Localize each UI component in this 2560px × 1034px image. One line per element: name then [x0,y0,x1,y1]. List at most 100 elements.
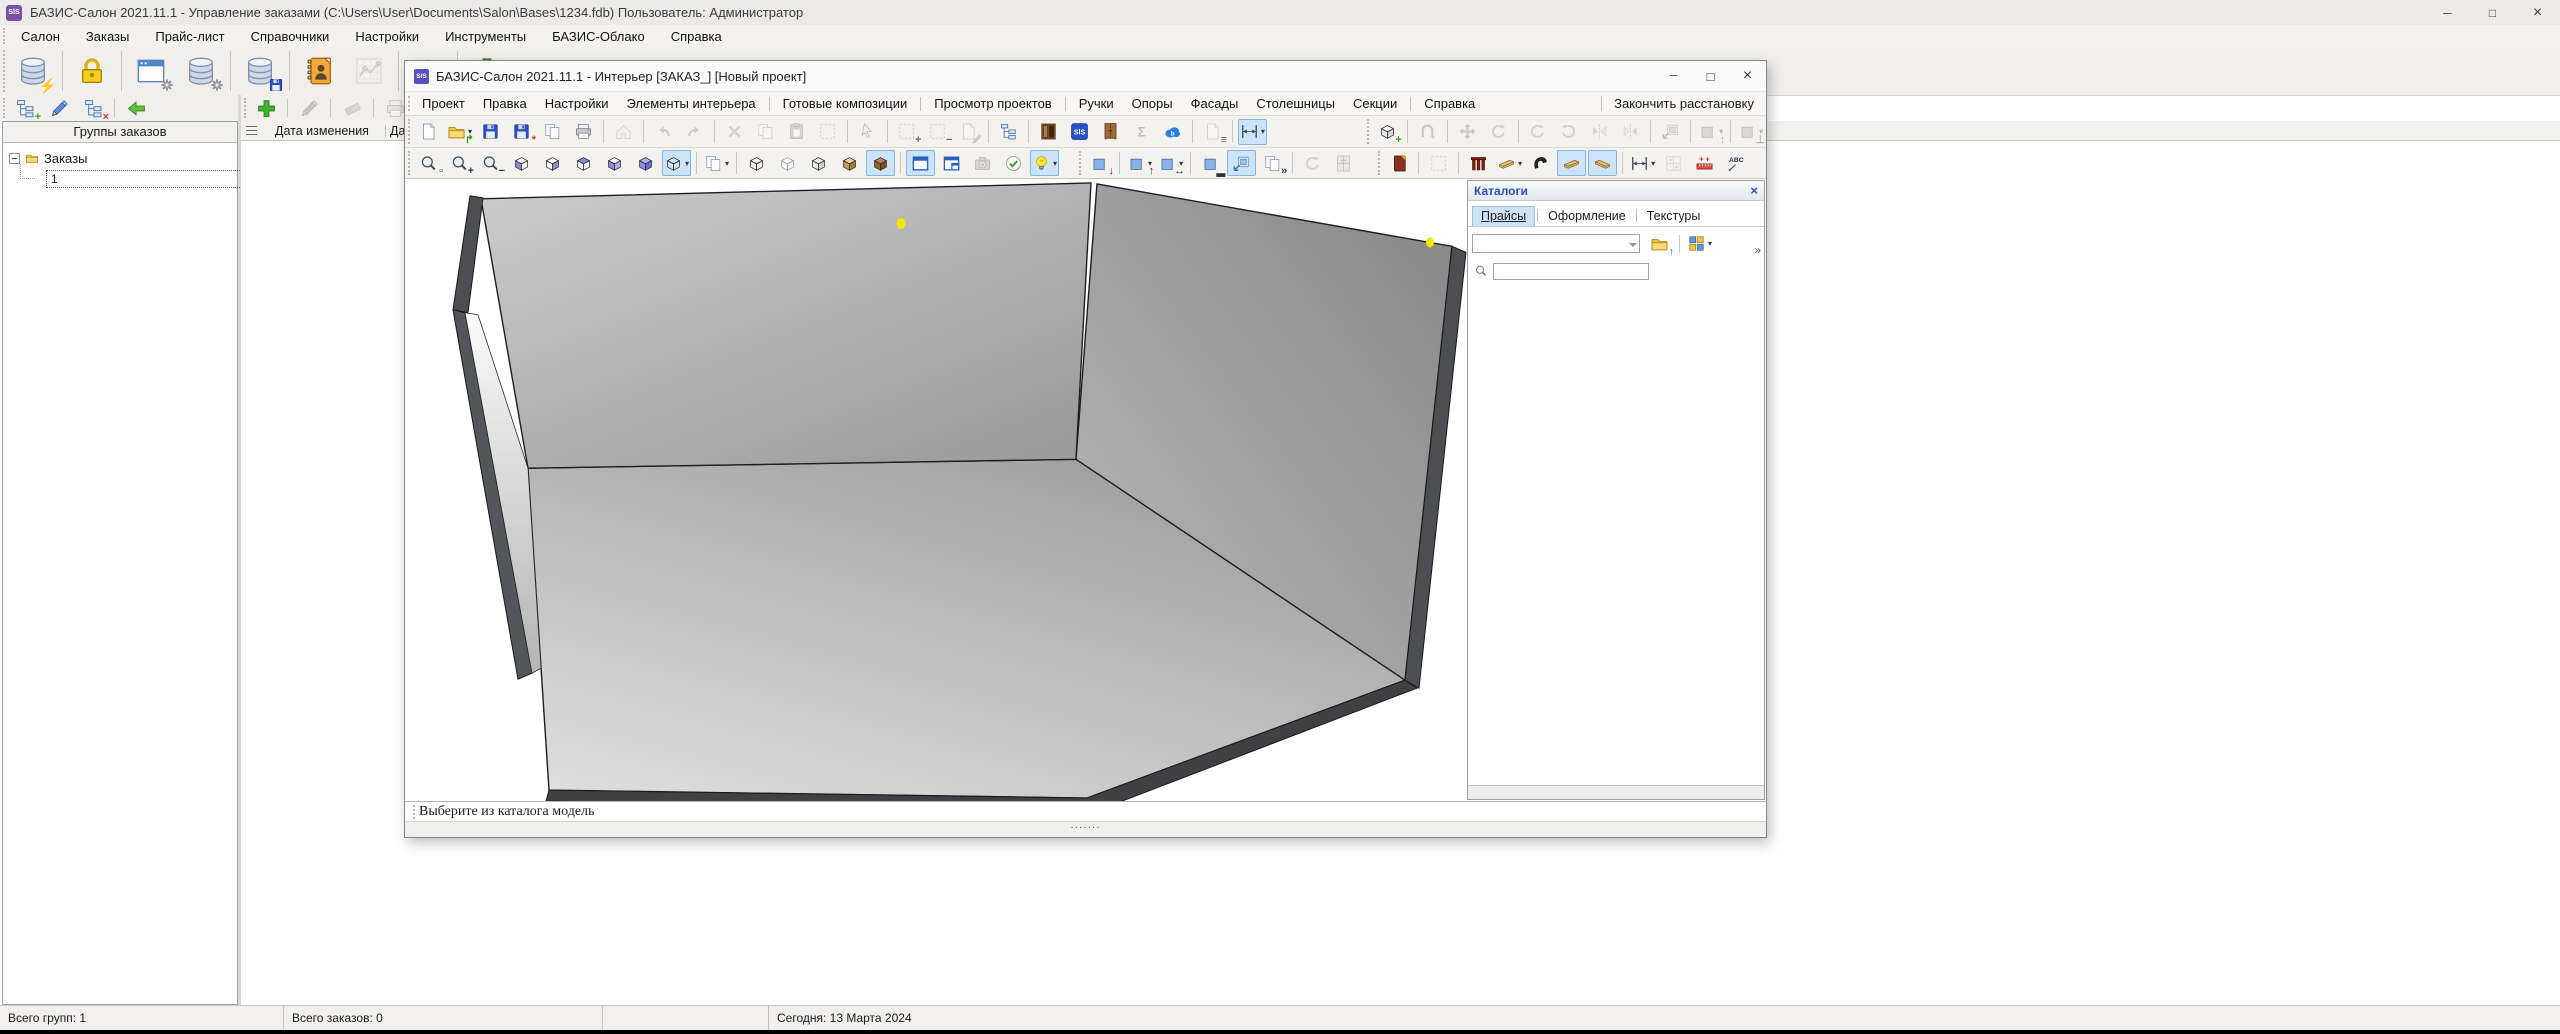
tree-item-selected[interactable]: 1 [46,170,242,188]
delete-group-icon[interactable]: × [77,94,109,122]
menu-directories[interactable]: Справочники [238,29,343,44]
menu-orders[interactable]: Заказы [73,29,142,44]
text-annotation-icon[interactable] [1721,150,1750,176]
contacts-book-icon[interactable] [295,49,343,93]
lighting-icon[interactable]: ▾ [1030,150,1059,176]
quick-check-icon[interactable] [999,150,1028,176]
edit-group-icon[interactable] [43,94,75,122]
light-marker-1[interactable] [897,218,906,229]
catalog-search-input[interactable] [1493,263,1649,280]
zoom-window-icon[interactable]: ▫ [414,150,443,176]
corner-element-dropdown[interactable]: ▾ [1518,159,1522,168]
menu-help[interactable]: Справка [1415,96,1484,111]
catalog-close-icon[interactable]: × [1750,184,1758,197]
menu-sections[interactable]: Секции [1344,96,1406,111]
list-menu-icon[interactable] [246,126,257,135]
cabinet-dimensions-icon[interactable]: ▾ [1628,150,1657,176]
light-marker-2[interactable] [1426,237,1434,247]
catalog-view-mode-icon[interactable]: ▾ [1685,231,1714,257]
catalog-combo[interactable] [1472,234,1640,253]
wardrobe-builder-icon[interactable] [1096,119,1125,145]
app-settings-icon[interactable] [127,49,175,93]
dimensions-mode-icon[interactable]: ▾ [1238,119,1267,145]
menu-tools[interactable]: Инструменты [432,29,539,44]
designer-maximize-button[interactable]: □ [1692,61,1729,91]
catalog-view-mode-dropdown[interactable]: ▾ [1708,239,1712,248]
scene-layers-dropdown[interactable]: ▾ [725,159,729,168]
bazis-editor-icon[interactable] [1065,119,1094,145]
copy-object-icon[interactable]: + [1373,119,1402,145]
menu-edit[interactable]: Правка [474,96,536,111]
view-orientation-icon[interactable]: ▾ [662,150,691,176]
catalog-tab-prices[interactable]: Прайсы [1472,206,1535,226]
textured-display-icon[interactable] [866,150,895,176]
catalog-tab-decor[interactable]: Оформление [1540,207,1634,226]
catalog-header[interactable]: Каталоги × [1468,181,1764,201]
tree-node-orders[interactable]: Заказы [5,149,235,167]
menu-settings[interactable]: Настройки [536,96,618,111]
menu-bazis-cloud[interactable]: БАЗИС-Облако [539,29,658,44]
menu-supports[interactable]: Опоры [1123,96,1182,111]
flat-display-icon[interactable] [804,150,833,176]
view-front-icon[interactable] [507,150,536,176]
handles-set-icon[interactable] [1526,150,1555,176]
split-viewport-icon[interactable] [937,150,966,176]
object-width-icon[interactable]: ↔▾ [1156,150,1185,176]
horizontal-panel-icon[interactable] [1557,150,1586,176]
design-viewport[interactable]: Каталоги × ПрайсыОформлениеТекстуры ↑▾ » [405,179,1766,801]
designer-close-button[interactable]: × [1729,61,1766,91]
sequence-placement-icon[interactable]: » [1258,150,1287,176]
lock-database-icon[interactable] [68,49,116,93]
raise-object-icon[interactable]: ↑▾ [1125,150,1154,176]
menu-help[interactable]: Справка [658,29,735,44]
designer-minimize-button[interactable]: ─ [1655,61,1692,91]
catalog-tab-textures[interactable]: Текстуры [1639,207,1709,226]
single-viewport-icon[interactable] [906,150,935,176]
drop-object-icon[interactable]: ↓ [1085,150,1114,176]
close-button[interactable]: × [2515,0,2560,25]
room-wall-left[interactable] [481,183,1091,468]
save-project-as-icon[interactable]: * [507,119,536,145]
zoom-in-icon[interactable]: + [445,150,474,176]
place-on-floor-icon[interactable]: ▂ [1196,150,1225,176]
catalog-body[interactable] [1468,283,1764,785]
print-icon[interactable] [569,119,598,145]
vertical-panel-icon[interactable] [1588,150,1617,176]
database-connect-icon[interactable]: ⚡ [9,49,57,93]
menu-countertops[interactable]: Столешницы [1247,96,1344,111]
menu-project[interactable]: Проект [413,96,474,111]
maximize-button[interactable]: □ [2470,0,2515,25]
menu-facades[interactable]: Фасады [1182,96,1248,111]
finish-placement-button[interactable]: Закончить расстановку [1601,96,1766,111]
menu-salon[interactable]: Салон [8,29,73,44]
project-structure-icon[interactable] [994,119,1023,145]
view-back-icon[interactable] [538,150,567,176]
menu-handles[interactable]: Ручки [1070,96,1123,111]
shaded-display-icon[interactable] [835,150,864,176]
designer-resize-grip[interactable]: ······· [405,821,1766,837]
database-save-icon[interactable] [236,49,284,93]
dimensions-mode-dropdown[interactable]: ▾ [1261,127,1265,136]
lighting-dropdown[interactable]: ▾ [1053,159,1057,168]
insert-object-icon[interactable] [1227,150,1256,176]
view-right-icon[interactable] [600,150,629,176]
add-order-icon[interactable] [250,94,282,122]
back-icon[interactable] [120,94,152,122]
scene-layers-icon[interactable]: ▾ [702,150,731,176]
add-group-icon[interactable]: + [9,94,41,122]
database-settings-icon[interactable] [177,49,225,93]
decorative-railing-icon[interactable] [1464,150,1493,176]
menu-settings[interactable]: Настройки [342,29,432,44]
menu-interior-elements[interactable]: Элементы интерьера [618,96,765,111]
open-catalog-icon[interactable] [1384,150,1413,176]
tree-expander-icon[interactable] [9,153,20,164]
menu-pricelist[interactable]: Прайс-лист [142,29,237,44]
combo-dropdown-icon[interactable] [1629,243,1637,251]
menu-project-view[interactable]: Просмотр проектов [925,96,1061,111]
new-project-icon[interactable] [414,119,443,145]
view-left-icon[interactable] [569,150,598,176]
open-project-icon[interactable]: ↱▾ [445,119,474,145]
wireframe-display-icon[interactable] [742,150,771,176]
minimize-button[interactable]: ─ [2425,0,2470,25]
cabinet-dimensions-dropdown[interactable]: ▾ [1651,159,1655,168]
